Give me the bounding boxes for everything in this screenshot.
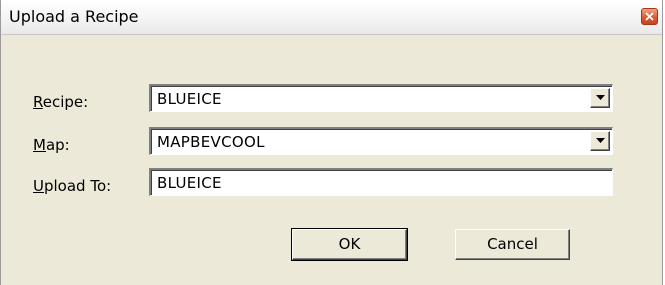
chevron-down-icon <box>596 138 605 143</box>
upload-to-input[interactable]: BLUEICE <box>149 168 613 196</box>
recipe-label: Recipe: <box>33 93 88 111</box>
close-button[interactable] <box>641 8 658 25</box>
ok-button[interactable]: OK <box>291 228 408 261</box>
recipe-select[interactable]: BLUEICE <box>149 84 613 112</box>
cancel-button[interactable]: Cancel <box>455 229 570 260</box>
title-bar[interactable]: Upload a Recipe <box>1 0 662 35</box>
upload-to-label-text: pload To: <box>43 177 112 195</box>
upload-to-label: Upload To: <box>33 177 111 195</box>
recipe-select-value: BLUEICE <box>157 90 222 108</box>
map-select[interactable]: MAPBEVCOOL <box>149 127 613 155</box>
dialog-title: Upload a Recipe <box>9 7 139 26</box>
map-label-text: ap: <box>45 136 70 154</box>
map-label-accel: M <box>33 136 46 154</box>
recipe-label-text: ecipe: <box>42 93 89 111</box>
chevron-down-icon <box>596 95 605 100</box>
map-select-value: MAPBEVCOOL <box>157 133 265 151</box>
recipe-label-accel: R <box>33 93 43 111</box>
close-icon <box>645 12 654 21</box>
recipe-dropdown-button[interactable] <box>590 88 610 108</box>
upload-recipe-dialog: Upload a Recipe Recipe: BLUEICE Map: MAP… <box>0 0 663 285</box>
map-dropdown-button[interactable] <box>590 131 610 151</box>
map-label: Map: <box>33 136 70 154</box>
upload-to-value: BLUEICE <box>157 174 222 192</box>
upload-to-label-accel: U <box>33 177 44 195</box>
